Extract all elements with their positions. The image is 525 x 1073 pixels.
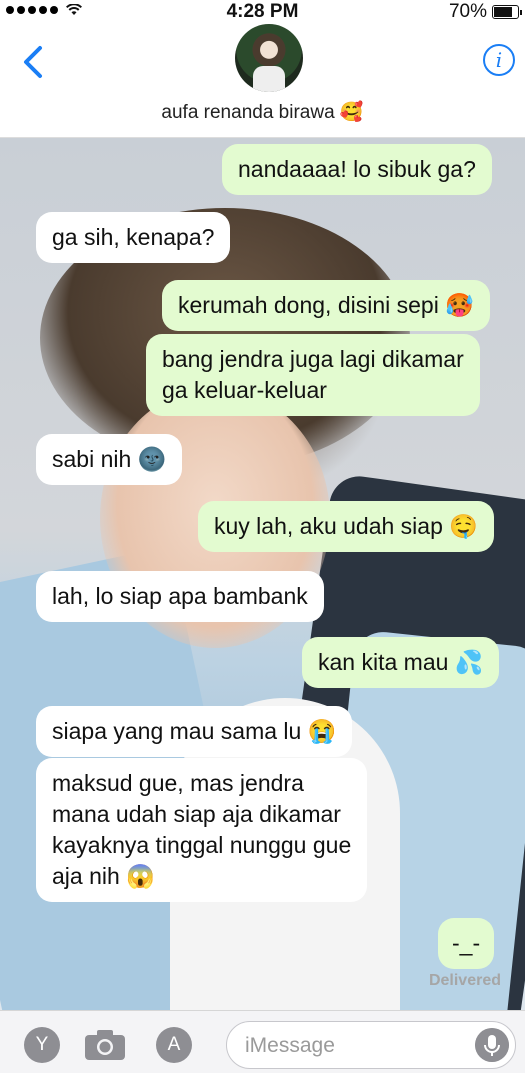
message-input[interactable] <box>245 1032 465 1060</box>
battery-icon <box>492 5 522 19</box>
conversation-header: aufa renanda birawa 🥰 i <box>0 24 525 138</box>
contact-avatar[interactable] <box>235 24 303 92</box>
message-bubble-outgoing[interactable]: kan kita mau 💦 <box>302 637 500 688</box>
delivery-status: Delivered <box>428 972 501 989</box>
imessage-field[interactable] <box>226 1021 516 1069</box>
battery-percentage: 70% <box>448 1 487 22</box>
message-bubble-incoming[interactable]: ga sih, kenapa? <box>36 212 231 263</box>
message-composer: Y A <box>0 1010 525 1073</box>
microphone-icon[interactable] <box>475 1028 509 1062</box>
app-store-icon[interactable]: A <box>156 1027 192 1063</box>
status-bar: 4:28 PM 70% <box>0 0 525 24</box>
message-bubble-incoming[interactable]: siapa yang mau sama lu 😭 <box>36 706 353 757</box>
message-bubble-outgoing[interactable]: nandaaaa! lo sibuk ga? <box>222 144 492 195</box>
status-time: 4:28 PM <box>226 1 299 22</box>
info-icon[interactable]: i <box>483 44 515 76</box>
message-bubble-incoming[interactable]: sabi nih 🌚 <box>36 434 183 485</box>
message-bubble-incoming[interactable]: maksud gue, mas jendra mana udah siap aj… <box>36 758 368 902</box>
message-bubble-outgoing[interactable]: kerumah dong, disini sepi 🥵 <box>162 280 490 331</box>
contact-name[interactable]: aufa renanda birawa 🥰 <box>0 100 525 124</box>
app-drawer-icon[interactable]: Y <box>24 1027 60 1063</box>
message-bubble-outgoing[interactable]: -_- <box>438 918 495 969</box>
message-bubble-outgoing[interactable]: bang jendra juga lagi dikamar ga keluar-… <box>146 334 480 416</box>
chevron-left-icon[interactable] <box>20 42 48 82</box>
message-bubble-outgoing[interactable]: kuy lah, aku udah siap 🤤 <box>198 501 494 552</box>
message-bubble-incoming[interactable]: lah, lo siap apa bambank <box>36 571 324 622</box>
camera-icon[interactable] <box>84 1029 126 1061</box>
